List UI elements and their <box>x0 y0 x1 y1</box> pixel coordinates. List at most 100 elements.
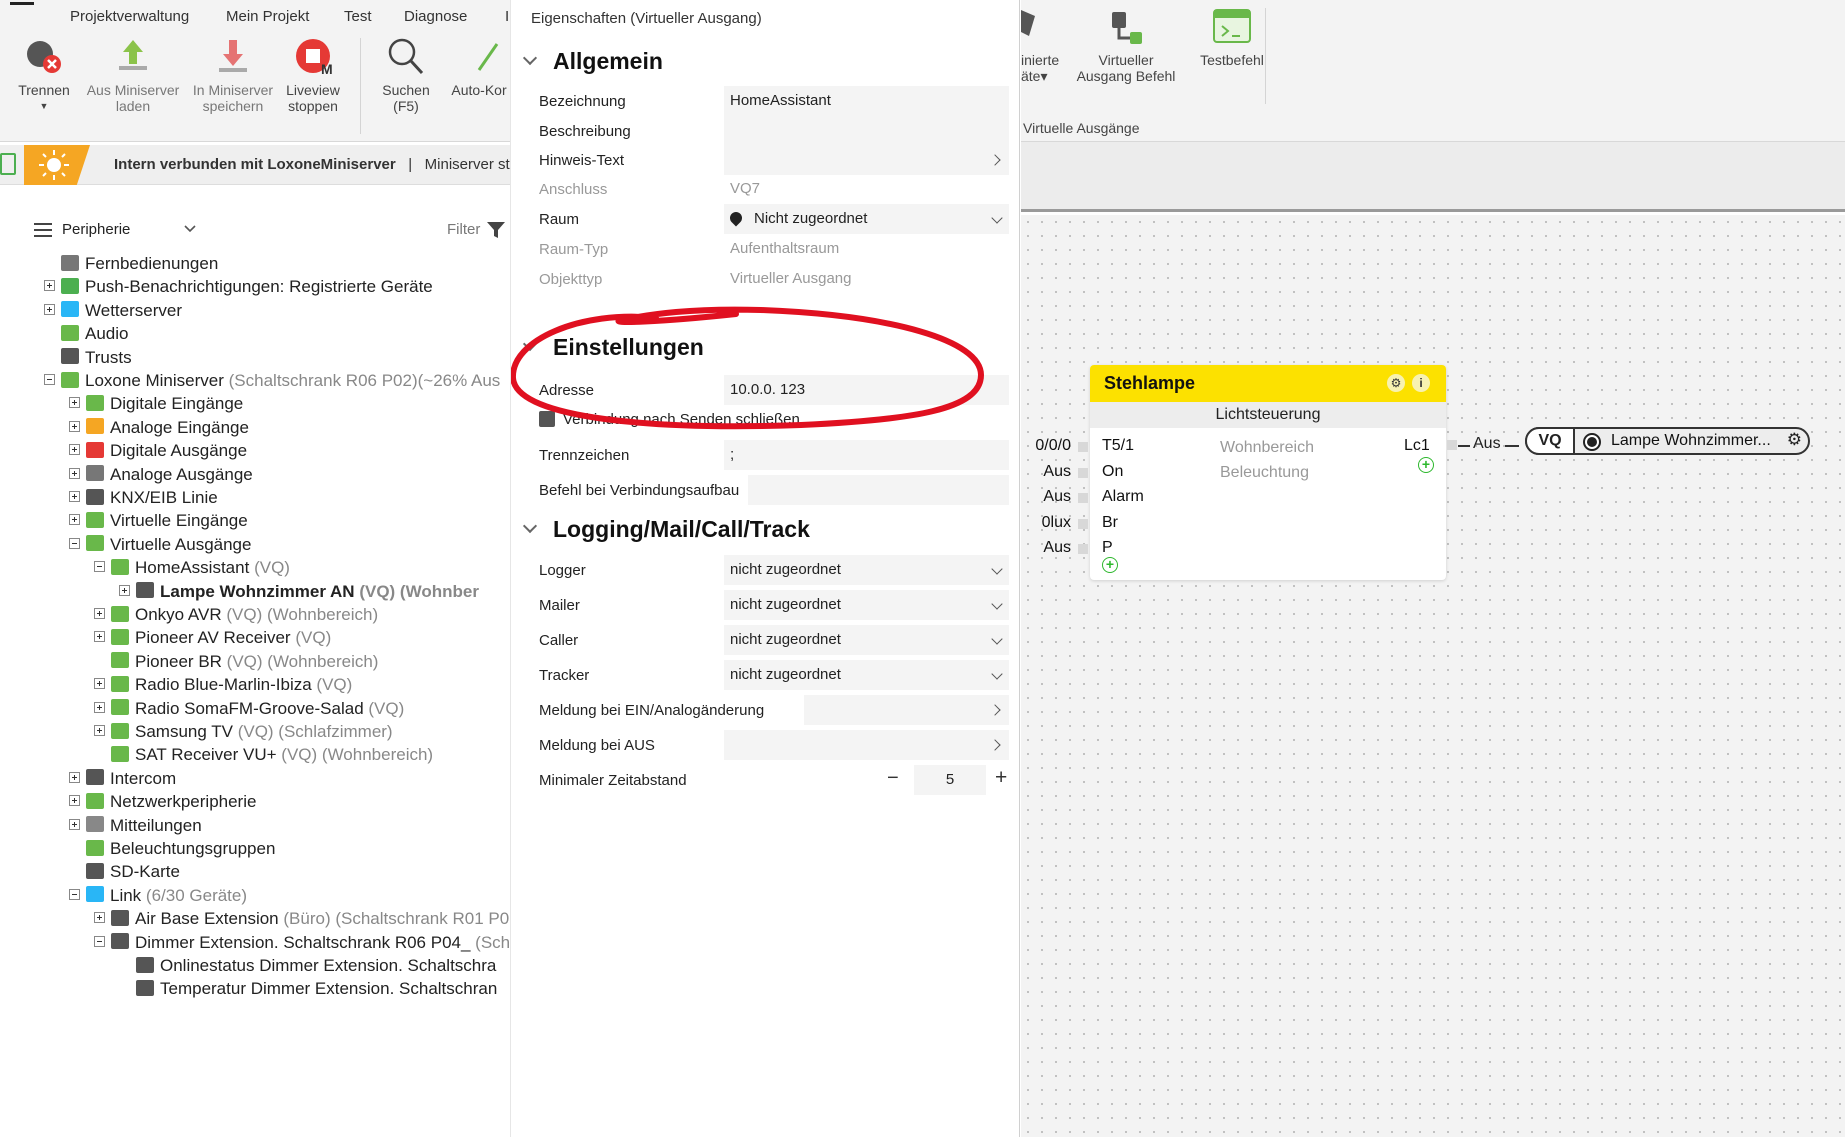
collapse-icon[interactable] <box>69 537 80 549</box>
input-connector-stub[interactable] <box>1078 518 1088 529</box>
befehl-verbindungsaufbau-input[interactable] <box>748 475 1009 505</box>
disconnect-button[interactable]: Trennen ▼ <box>12 36 76 114</box>
vq-output-block[interactable]: VQ Lampe Wohnzimmer... ⚙ <box>1525 427 1810 455</box>
logging-select[interactable]: nicht zugeordnet <box>724 660 1009 690</box>
section-logging[interactable]: Logging/Mail/Call/Track <box>522 516 810 543</box>
search-button[interactable]: Suchen (F5) <box>378 36 434 114</box>
block-info-icon[interactable]: i <box>1412 374 1430 392</box>
chevron-down-icon[interactable] <box>991 668 1003 680</box>
filter-icon[interactable] <box>487 221 505 239</box>
collapse-icon[interactable] <box>44 374 55 386</box>
liveview-stop-button[interactable]: M Liveview stoppen <box>280 36 346 114</box>
chevron-right-icon[interactable] <box>989 739 1001 751</box>
expand-icon[interactable] <box>94 678 105 690</box>
toggle-icon[interactable] <box>1583 433 1601 451</box>
input-connector-stub[interactable] <box>1078 467 1088 478</box>
expand-icon[interactable] <box>94 608 105 620</box>
logging-select[interactable]: nicht zugeordnet <box>724 555 1009 585</box>
chevron-right-icon[interactable] <box>989 154 1001 166</box>
expand-icon[interactable] <box>69 467 80 479</box>
chevron-down-icon[interactable] <box>991 633 1003 645</box>
chevron-down-icon <box>522 336 538 352</box>
block-input-port[interactable]: On <box>1102 463 1123 481</box>
search-icon <box>388 38 424 75</box>
tree-item[interactable]: Temperatur Dimmer Extension. Schaltschra… <box>119 975 497 1002</box>
collapse-icon[interactable] <box>94 935 105 947</box>
meldung-ein-field[interactable] <box>804 695 1009 725</box>
load-from-miniserver-button[interactable]: Aus Miniserver laden <box>84 36 182 114</box>
auto-config-button[interactable]: Auto-Kor <box>448 36 510 98</box>
expand-icon[interactable] <box>94 725 105 737</box>
trennzeichen-input[interactable]: ; <box>724 440 1009 470</box>
expand-icon[interactable] <box>69 795 80 807</box>
block-input-port[interactable]: Alarm <box>1102 488 1144 506</box>
block-input-port[interactable]: T5/1 <box>1102 437 1134 455</box>
block-input-port[interactable]: Br <box>1102 514 1118 532</box>
input-connector-stub[interactable] <box>1078 442 1088 452</box>
menu-diagnose[interactable]: Diagnose <box>404 8 467 25</box>
defined-button[interactable]: inierte äte▾ <box>1021 6 1071 84</box>
expand-icon[interactable] <box>44 280 55 292</box>
tree-item-label: Analoge Ausgänge <box>110 464 253 484</box>
chevron-down-icon[interactable] <box>991 598 1003 610</box>
vq-settings-icon[interactable]: ⚙ <box>1787 430 1802 450</box>
chevron-down-icon[interactable] <box>991 563 1003 575</box>
test-command-button[interactable]: Testbefehl <box>1187 6 1277 68</box>
expand-icon[interactable] <box>69 444 80 456</box>
collapse-icon[interactable] <box>94 561 105 573</box>
filter-label[interactable]: Filter <box>447 221 480 238</box>
input-connector-stub[interactable] <box>1078 544 1088 554</box>
close-after-send-checkbox[interactable] <box>539 411 555 427</box>
collapse-icon[interactable] <box>69 888 80 900</box>
virtual-output-command-icon <box>1112 12 1142 44</box>
expand-icon[interactable] <box>94 701 105 713</box>
block-input-port[interactable]: P <box>1102 539 1113 557</box>
menu-mein-projekt[interactable]: Mein Projekt <box>226 8 309 25</box>
expand-icon[interactable] <box>69 818 80 830</box>
adresse-input[interactable]: 10.0.0. 123 <box>724 375 1009 405</box>
expand-icon[interactable] <box>94 912 105 924</box>
chevron-down-icon[interactable] <box>991 212 1003 224</box>
expand-icon[interactable] <box>69 420 80 432</box>
raum-select[interactable]: Nicht zugeordnet <box>724 204 1009 234</box>
expand-icon[interactable] <box>69 397 80 409</box>
expand-icon[interactable] <box>69 514 80 526</box>
chevron-down-icon[interactable] <box>184 225 196 233</box>
menu-more[interactable]: I <box>505 8 509 25</box>
hamburger-icon[interactable] <box>10 2 34 5</box>
expand-icon[interactable] <box>44 303 55 315</box>
logging-select[interactable]: nicht zugeordnet <box>724 590 1009 620</box>
prop-row-logging-5: Meldung bei AUS <box>539 730 1009 760</box>
beschreibung-input[interactable] <box>724 116 1009 146</box>
sync-icon[interactable] <box>0 153 16 175</box>
virtual-output-command-button[interactable]: Virtueller Ausgang Befehl <box>1071 6 1181 84</box>
expand-icon[interactable] <box>69 771 80 783</box>
bezeichnung-input[interactable]: HomeAssistant <box>724 86 1009 116</box>
decrement-button[interactable]: − <box>887 767 899 790</box>
add-input-icon[interactable]: + <box>1102 557 1118 573</box>
increment-button[interactable]: + <box>995 766 1007 790</box>
logic-canvas[interactable]: Stehlampe ⚙ i Lichtsteuerung Wohnbereich… <box>1021 215 1845 1137</box>
expand-icon[interactable] <box>119 584 130 596</box>
chevron-right-icon[interactable] <box>989 704 1001 716</box>
meldung-aus-field[interactable] <box>724 730 1009 760</box>
section-allgemein[interactable]: Allgemein <box>522 48 663 75</box>
block-output-lc1[interactable]: Lc1 <box>1404 437 1430 455</box>
test-command-label: Testbefehl <box>1200 52 1264 68</box>
min-interval-input[interactable]: 5 <box>914 765 986 795</box>
block-settings-icon[interactable]: ⚙ <box>1387 374 1405 392</box>
add-output-icon[interactable]: + <box>1418 457 1434 473</box>
logging-select[interactable]: nicht zugeordnet <box>724 625 1009 655</box>
expand-icon[interactable] <box>69 491 80 503</box>
section-einstellungen[interactable]: Einstellungen <box>522 334 704 361</box>
prop-label: Minimaler Zeitabstand <box>539 772 687 789</box>
input-connector-stub[interactable] <box>1078 493 1088 503</box>
tree-item-sublabel: (Schaltschrank R06 P02)(~26% Aus <box>228 371 501 390</box>
expand-icon[interactable] <box>94 631 105 643</box>
stehlampe-block[interactable]: Stehlampe ⚙ i Lichtsteuerung Wohnbereich… <box>1090 365 1446 580</box>
ribbon-group-virtual-outputs: Virtuelle Ausgänge <box>1023 120 1140 136</box>
menu-test[interactable]: Test <box>344 8 372 25</box>
save-to-miniserver-button[interactable]: In Miniserver speichern <box>183 36 283 114</box>
menu-projektverwaltung[interactable]: Projektverwaltung <box>70 8 189 25</box>
hinweis-text-field[interactable] <box>724 145 1009 175</box>
